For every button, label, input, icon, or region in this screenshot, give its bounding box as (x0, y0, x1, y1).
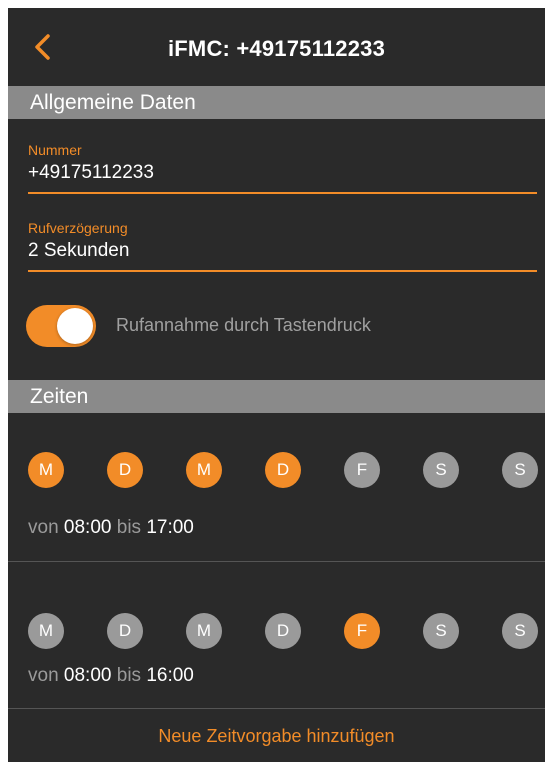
from-time[interactable]: 08:00 (64, 665, 112, 686)
section-header-general: Allgemeine Daten (8, 86, 545, 119)
schedule-2-time-range[interactable]: von 08:00 bis 16:00 (28, 665, 194, 687)
divider (8, 561, 545, 562)
number-field[interactable]: Nummer +49175112233 (28, 142, 537, 194)
day-toggle-thursday[interactable]: D (265, 452, 301, 488)
day-toggle-sunday[interactable]: S (502, 613, 538, 649)
day-toggle-monday[interactable]: M (28, 613, 64, 649)
navigation-bar: iFMC: +49175112233 (8, 8, 545, 86)
from-time[interactable]: 08:00 (64, 517, 112, 538)
number-field-value[interactable]: +49175112233 (28, 162, 537, 184)
day-toggle-saturday[interactable]: S (423, 452, 459, 488)
day-toggle-wednesday[interactable]: M (186, 613, 222, 649)
day-toggle-saturday[interactable]: S (423, 613, 459, 649)
to-label: bis (116, 517, 142, 538)
number-field-underline (28, 192, 537, 194)
keypress-answer-label: Rufannahme durch Tastendruck (116, 315, 371, 335)
day-toggle-wednesday[interactable]: M (186, 452, 222, 488)
day-toggle-tuesday[interactable]: D (107, 613, 143, 649)
schedule-2-days: M D M D F S S (28, 613, 538, 649)
delay-field-underline (28, 270, 537, 272)
from-label: von (28, 517, 59, 538)
day-toggle-friday[interactable]: F (344, 452, 380, 488)
day-toggle-sunday[interactable]: S (502, 452, 538, 488)
schedule-1-time-range[interactable]: von 08:00 bis 17:00 (28, 517, 194, 539)
day-toggle-thursday[interactable]: D (265, 613, 301, 649)
add-schedule-button[interactable]: Neue Zeitvorgabe hinzufügen (8, 726, 545, 747)
day-toggle-friday[interactable]: F (344, 613, 380, 649)
schedule-1-days: M D M D F S S (28, 452, 538, 488)
delay-field-value[interactable]: 2 Sekunden (28, 240, 537, 262)
to-time[interactable]: 16:00 (146, 665, 194, 686)
screen: iFMC: +49175112233 Allgemeine Daten Numm… (8, 8, 545, 762)
delay-field-label: Rufverzögerung (28, 220, 128, 236)
page-title: iFMC: +49175112233 (167, 36, 386, 61)
delay-field[interactable]: Rufverzögerung 2 Sekunden (28, 220, 537, 272)
section-header-times: Zeiten (8, 380, 545, 413)
to-label: bis (116, 665, 142, 686)
toggle-knob (57, 308, 93, 344)
keypress-answer-toggle[interactable] (26, 305, 96, 347)
from-label: von (28, 665, 59, 686)
divider (8, 708, 545, 709)
day-toggle-monday[interactable]: M (28, 452, 64, 488)
to-time[interactable]: 17:00 (146, 517, 194, 538)
number-field-label: Nummer (28, 142, 82, 158)
day-toggle-tuesday[interactable]: D (107, 452, 143, 488)
